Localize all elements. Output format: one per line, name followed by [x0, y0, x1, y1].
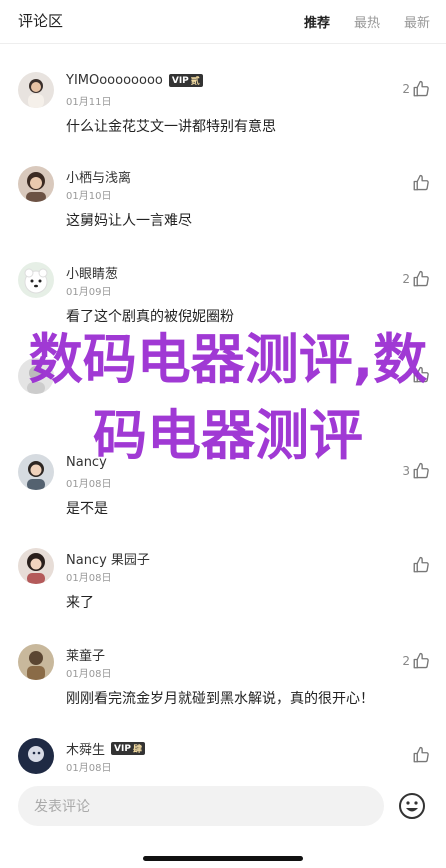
avatar[interactable]: [18, 72, 54, 108]
tab-hottest[interactable]: 最热: [354, 12, 380, 31]
comment-item: 小眼睛葱 01月09日 看了这个剧真的被倪妮圈粉 2: [0, 262, 446, 356]
comment-text: 这舅妈让人一言难尽: [66, 213, 192, 229]
thumbs-up-icon: [413, 556, 429, 573]
like-count: 2: [402, 654, 410, 668]
thumbs-up-icon: [413, 80, 429, 97]
avatar[interactable]: [18, 454, 54, 490]
comment-author[interactable]: 小栖与浅离: [66, 167, 131, 186]
like-count: 3: [402, 464, 410, 478]
comment-author[interactable]: Nancy 果园子: [66, 549, 150, 568]
comment-date: 01月08日: [66, 479, 112, 490]
page-title: 评论区: [18, 12, 64, 30]
comment-text: 是不是: [66, 501, 108, 517]
comment-author[interactable]: Nancy: [66, 455, 107, 470]
tab-newest[interactable]: 最新: [404, 12, 430, 31]
comment-item: YIMOoooooooo VIP 贰 01月11日 什么让金花艾文一讲都特别有意思…: [0, 72, 446, 166]
comment-text: 什么让金花艾文一讲都特别有意思: [66, 119, 276, 135]
like-button[interactable]: [410, 746, 430, 764]
comment-date: 01月10日: [66, 191, 112, 202]
comment-text: 看了这个剧真的被倪妮圈粉: [66, 309, 234, 325]
comment-text: 来了: [66, 595, 94, 611]
comment-item: Nancy 果园子 01月08日 来了: [0, 548, 446, 642]
avatar[interactable]: [18, 358, 54, 394]
like-button[interactable]: [410, 556, 430, 574]
comment-input-bar: 发表评论: [0, 776, 446, 868]
like-button[interactable]: 2: [402, 652, 430, 670]
avatar[interactable]: [18, 262, 54, 298]
like-count: 2: [402, 272, 410, 286]
thumbs-up-icon: [413, 462, 429, 479]
comment-item: Nancy 01月08日 是不是 3: [0, 454, 446, 548]
comment-author[interactable]: YIMOoooooooo: [66, 73, 163, 88]
comment-item: 小栖与浅离 01月10日 这舅妈让人一言难尽: [0, 166, 446, 260]
like-button[interactable]: 3: [402, 462, 430, 480]
vip-badge: VIP 贰: [168, 74, 203, 87]
like-button[interactable]: 2: [402, 270, 430, 288]
header: 评论区 推荐 最热 最新: [0, 0, 446, 44]
tab-recommended[interactable]: 推荐: [304, 12, 330, 31]
like-button[interactable]: [412, 366, 430, 384]
comment-input-placeholder: 发表评论: [34, 799, 90, 815]
comment-text: 刚刚看完流金岁月就碰到黑水解说，真的很开心！: [66, 691, 374, 707]
thumbs-up-icon: [413, 174, 429, 191]
comment-item: [0, 358, 446, 452]
comment-date: 01月09日: [66, 287, 112, 298]
comment-item: 莱童子 01月08日 刚刚看完流金岁月就碰到黑水解说，真的很开心！ 2: [0, 644, 446, 738]
avatar[interactable]: [18, 644, 54, 680]
comment-author[interactable]: 木舜生: [66, 739, 105, 758]
emoji-button[interactable]: [398, 792, 426, 820]
avatar[interactable]: [18, 166, 54, 202]
comment-date: 01月08日: [66, 573, 112, 584]
comment-author[interactable]: 莱童子: [66, 645, 105, 664]
avatar[interactable]: [18, 738, 54, 774]
comment-author[interactable]: 小眼睛葱: [66, 263, 118, 282]
like-button[interactable]: [410, 174, 430, 192]
comment-input[interactable]: 发表评论: [18, 786, 384, 826]
avatar[interactable]: [18, 548, 54, 584]
like-button[interactable]: 2: [402, 80, 430, 98]
home-indicator: [143, 856, 303, 861]
comment-date: 01月11日: [66, 97, 112, 108]
thumbs-up-icon: [413, 270, 429, 287]
thumbs-up-icon: [413, 366, 429, 383]
like-count: 2: [402, 82, 410, 96]
comment-date: 01月08日: [66, 669, 112, 680]
thumbs-up-icon: [413, 746, 429, 763]
emoji-icon: [399, 793, 425, 819]
comment-date: 01月08日: [66, 763, 112, 774]
vip-badge: VIP 肆: [111, 742, 145, 755]
thumbs-up-icon: [413, 652, 429, 669]
sort-tabs: 推荐 最热 最新: [304, 12, 430, 31]
